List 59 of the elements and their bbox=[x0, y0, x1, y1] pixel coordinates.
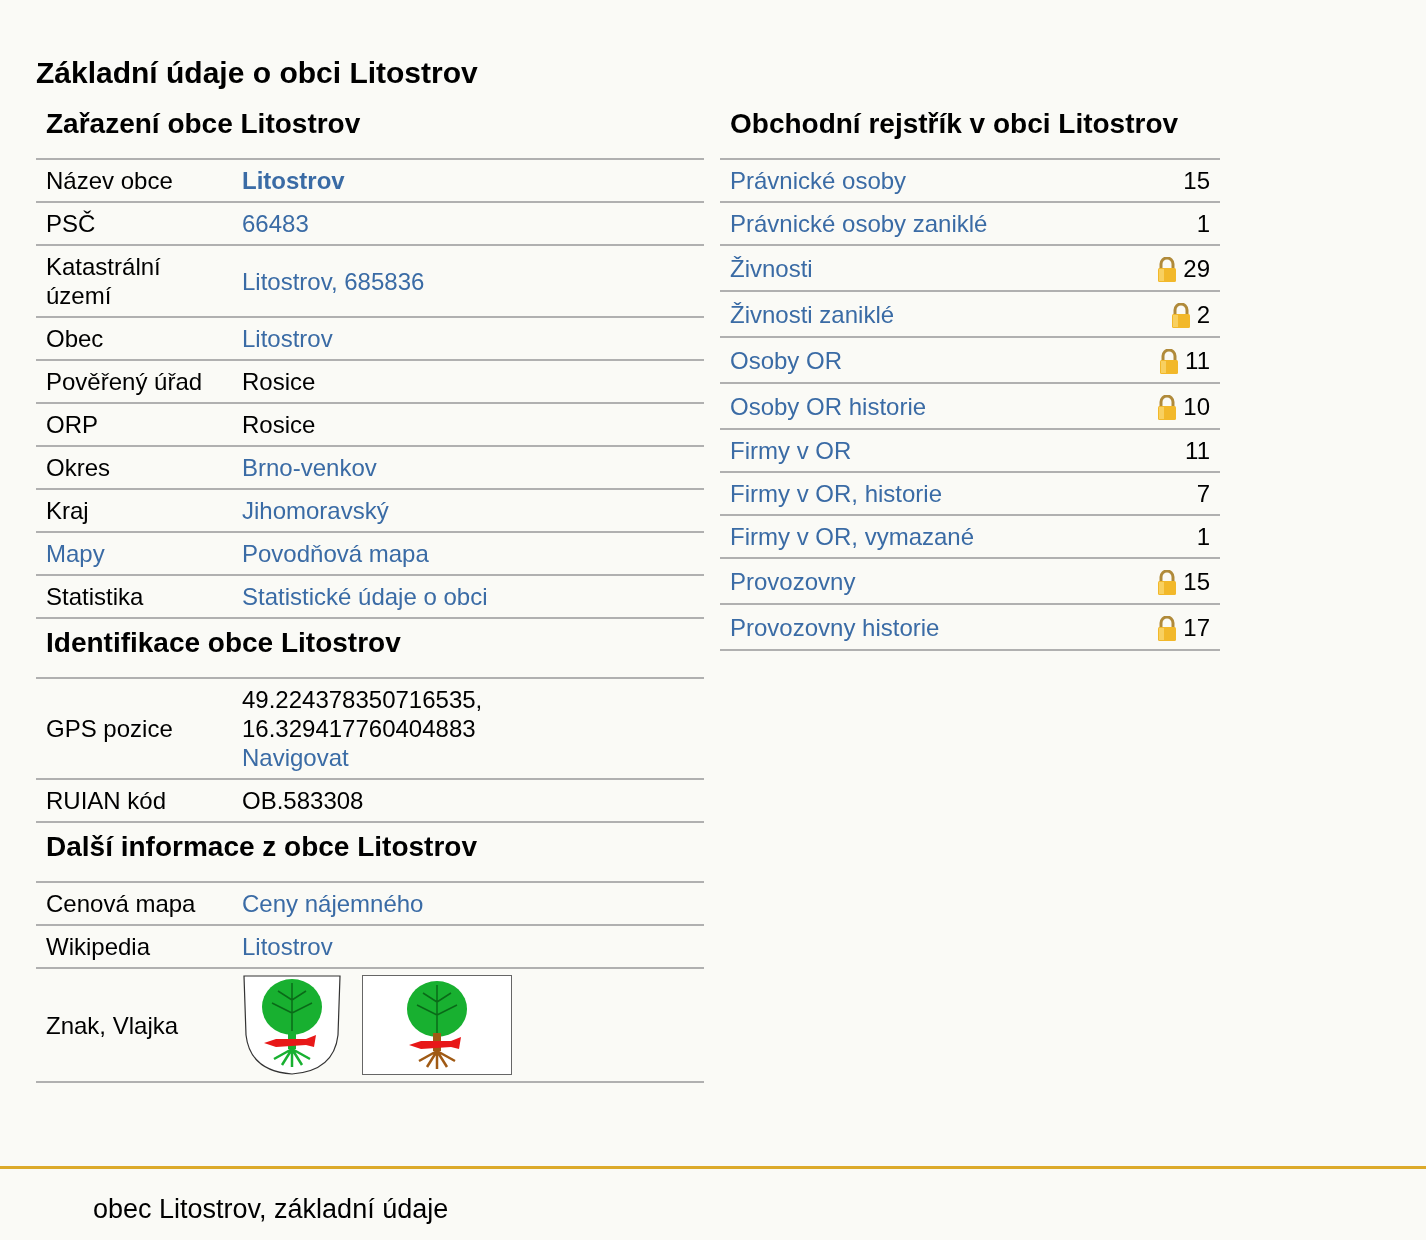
register-link[interactable]: Živnosti zaniklé bbox=[730, 299, 895, 329]
value-text: Rosice bbox=[242, 367, 316, 396]
row-label: RUIAN kód bbox=[46, 787, 167, 814]
value-text: Rosice bbox=[242, 410, 316, 439]
value-link[interactable]: Navigovat bbox=[242, 743, 349, 772]
row-label: Znak, Vlajka bbox=[46, 1011, 179, 1039]
value-link[interactable]: Ceny nájemného bbox=[242, 889, 424, 918]
register-link[interactable]: Právnické osoby zaniklé bbox=[730, 209, 988, 238]
register-link[interactable]: Firmy v OR bbox=[730, 436, 852, 465]
register-link[interactable]: Osoby OR bbox=[730, 345, 843, 375]
count-text: 15 bbox=[1183, 166, 1210, 195]
count-text: 2 bbox=[1196, 299, 1210, 329]
count-text: 1 bbox=[1196, 522, 1210, 551]
row-label: Cenová mapa bbox=[46, 890, 196, 917]
count-text: 11 bbox=[1185, 345, 1210, 375]
register-link[interactable]: Právnické osoby bbox=[730, 166, 907, 195]
row-label: PSČ bbox=[46, 210, 96, 237]
row-label: Název obce bbox=[46, 167, 173, 194]
page-title: Základní údaje o obci Litostrov bbox=[36, 55, 479, 91]
row-label: Pověřený úřad bbox=[46, 368, 203, 395]
value-link[interactable]: Statistické údaje o obci bbox=[242, 582, 488, 611]
register-link[interactable]: Osoby OR historie bbox=[730, 391, 927, 421]
value-link[interactable]: Litostrov bbox=[242, 324, 333, 353]
section-heading: Zařazení obce Litostrov bbox=[36, 104, 704, 160]
value-link[interactable]: Jihomoravský bbox=[242, 496, 389, 525]
register-link[interactable]: Firmy v OR, historie bbox=[730, 479, 942, 508]
footer-text: obec Litostrov, základní údaje bbox=[93, 1194, 449, 1224]
row-label: ORP bbox=[46, 411, 98, 438]
count-text: 29 bbox=[1183, 253, 1210, 283]
register-link[interactable]: Provozovny historie bbox=[730, 612, 940, 642]
value-text: 49.224378350716535, bbox=[242, 685, 483, 714]
row-label: Obec bbox=[46, 325, 104, 352]
value-link[interactable]: Litostrov, 685836 bbox=[242, 266, 425, 296]
row-label: Kraj bbox=[46, 497, 89, 524]
value-link[interactable]: 66483 bbox=[242, 209, 309, 238]
value-text: OB.583308 bbox=[242, 786, 364, 815]
count-text: 7 bbox=[1196, 479, 1210, 508]
section-heading: Obchodní rejstřík v obci Litostrov bbox=[720, 104, 1220, 160]
row-label: Wikipedia bbox=[46, 933, 151, 960]
count-text: 11 bbox=[1185, 436, 1210, 465]
register-link[interactable]: Provozovny bbox=[730, 566, 856, 596]
count-text: 1 bbox=[1196, 209, 1210, 238]
section-heading: Další informace z obce Litostrov bbox=[36, 823, 704, 883]
count-text: 10 bbox=[1183, 391, 1210, 421]
row-label: Katastrální území bbox=[46, 253, 161, 309]
row-label: Okres bbox=[46, 454, 110, 481]
section-heading: Identifikace obce Litostrov bbox=[36, 619, 704, 679]
register-link[interactable]: Živnosti bbox=[730, 253, 813, 283]
row-label: GPS pozice bbox=[46, 715, 173, 742]
row-label: Statistika bbox=[46, 583, 144, 610]
register-link[interactable]: Firmy v OR, vymazané bbox=[730, 522, 975, 551]
value-text: 16.329417760404883 bbox=[242, 714, 476, 743]
count-text: 17 bbox=[1183, 612, 1210, 642]
value-link[interactable]: Povodňová mapa bbox=[242, 539, 429, 568]
row-label-link[interactable]: Mapy bbox=[46, 540, 105, 567]
count-text: 15 bbox=[1183, 566, 1210, 596]
value-link[interactable]: Litostrov bbox=[242, 932, 333, 961]
value-link[interactable]: Litostrov bbox=[242, 166, 345, 195]
value-link[interactable]: Brno-venkov bbox=[242, 453, 377, 482]
